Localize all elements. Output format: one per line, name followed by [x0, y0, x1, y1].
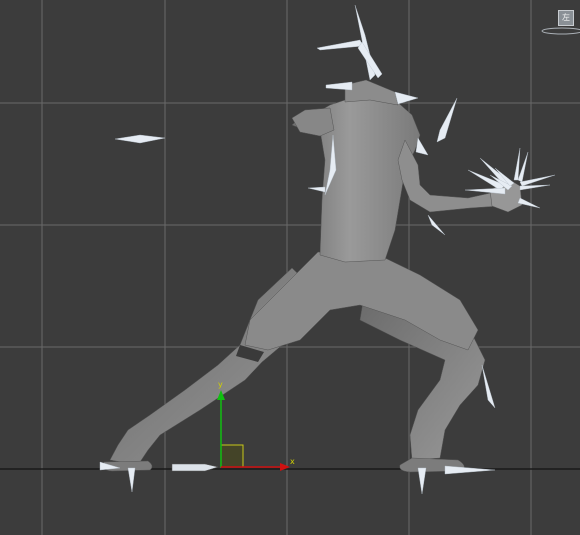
spike — [519, 184, 551, 191]
viewport-grid — [0, 0, 580, 535]
pivot-object — [171, 463, 219, 472]
spike — [513, 147, 521, 181]
spike — [444, 465, 496, 475]
spike — [307, 186, 326, 193]
spike — [114, 134, 166, 144]
spike — [415, 137, 429, 156]
gizmo-y-label: y — [218, 380, 223, 389]
viewport-canvas[interactable]: y x — [0, 0, 580, 535]
gizmo-x-arrow — [280, 463, 290, 471]
character-model[interactable] — [102, 79, 523, 473]
spike — [517, 197, 541, 209]
spike — [519, 174, 556, 187]
viewcube-icon[interactable]: 左 — [555, 8, 577, 30]
viewport[interactable]: y x 左 — [0, 0, 580, 535]
spike — [436, 97, 458, 143]
viewcube-face[interactable]: 左 — [558, 10, 574, 26]
spike — [464, 187, 506, 195]
spike — [127, 467, 136, 493]
spike — [316, 39, 364, 51]
spike — [481, 364, 496, 409]
left-arm — [291, 107, 335, 137]
spike — [394, 91, 419, 105]
spike — [417, 467, 427, 495]
shorts — [244, 251, 479, 351]
gizmo-x-label: x — [290, 457, 295, 466]
gizmo-xy-plane[interactable] — [220, 444, 244, 468]
spike — [325, 81, 353, 91]
